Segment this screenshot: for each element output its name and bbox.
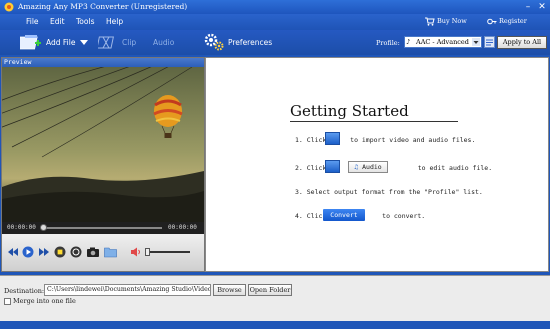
audio-icon: ♫ [354, 163, 359, 171]
menu-bar: File Edit Tools Help Buy Now Register [0, 14, 550, 30]
rewind-icon[interactable] [7, 246, 19, 258]
add-file-icon [325, 132, 340, 145]
apply-to-all-button[interactable]: Apply to All [497, 36, 547, 49]
profile-value: AAC - Advanced [416, 38, 469, 46]
audio-hint-button: ♫ Audio [348, 161, 388, 173]
settings-icon[interactable] [484, 36, 495, 48]
menu-tools[interactable]: Tools [76, 17, 94, 26]
stop-icon[interactable] [54, 246, 66, 258]
chevron-down-icon[interactable] [80, 40, 88, 45]
minimize-button[interactable]: – [522, 2, 534, 12]
profile-label-text: Profile [376, 39, 398, 47]
step-4-suffix: to convert. [382, 212, 426, 220]
player-bar: 00:00:00 00:00:00 [2, 222, 204, 234]
convert-button[interactable]: Convert [323, 209, 365, 221]
clip-icon [98, 36, 114, 49]
buy-now-link[interactable]: Buy Now [437, 17, 467, 25]
step-4-prefix: 4. Click [295, 212, 327, 220]
play-icon[interactable] [22, 246, 34, 258]
add-file-icon[interactable] [20, 33, 42, 51]
merge-checkbox[interactable] [4, 298, 11, 305]
audio-button[interactable]: Audio [153, 38, 174, 47]
volume-icon[interactable] [130, 246, 142, 258]
player-controls [2, 234, 204, 271]
preview-video [2, 67, 204, 222]
pause-icon[interactable] [70, 246, 82, 258]
gear-icon[interactable] [203, 32, 225, 52]
add-file-button[interactable]: Add File [46, 38, 75, 47]
step-1-suffix: to import video and audio files. [350, 136, 476, 144]
seek-slider-thumb[interactable] [40, 224, 47, 231]
volume-slider-thumb[interactable] [145, 248, 150, 256]
step-3: 3. Select output format from the "Profil… [295, 188, 483, 196]
app-logo-icon [4, 2, 14, 12]
clip-button[interactable]: Clip [122, 38, 136, 47]
dropdown-arrow-icon[interactable] [472, 38, 480, 46]
music-note-icon: ♪ [406, 38, 411, 46]
time-current: 00:00:00 [7, 224, 36, 231]
key-icon[interactable] [487, 17, 497, 26]
window-title: Amazing Any MP3 Converter (Unregistered) [18, 2, 188, 11]
step-2-prefix: 2. Click [295, 164, 327, 172]
profile-dropdown[interactable]: ♪ AAC - Advanced [404, 36, 482, 48]
window-bottom-border [0, 321, 550, 329]
destination-input[interactable]: C:\Users\lindewei\Documents\Amazing Stud… [44, 284, 211, 296]
register-link[interactable]: Register [499, 17, 527, 25]
open-folder-button[interactable]: Open Folder [248, 284, 292, 296]
time-total: 00:00:00 [168, 224, 197, 231]
folder-icon[interactable] [104, 246, 117, 258]
cart-icon[interactable] [425, 17, 435, 26]
title-bar: Amazing Any MP3 Converter (Unregistered)… [0, 0, 550, 14]
preview-panel: Preview 00:00:00 00:00:00 [1, 57, 205, 272]
getting-started-title: Getting Started [290, 102, 409, 120]
preferences-button[interactable]: Preferences [228, 38, 272, 47]
clip-icon [325, 160, 340, 173]
merge-label: Merge into one file [13, 297, 76, 305]
step-2-suffix: to edit audio file. [417, 164, 493, 172]
fast-forward-icon[interactable] [38, 246, 50, 258]
step-1: 1. Click to import video and audio files… [295, 136, 475, 144]
menu-edit[interactable]: Edit [50, 17, 65, 26]
close-button[interactable]: ✕ [536, 2, 548, 12]
preview-image [2, 67, 204, 222]
menu-help[interactable]: Help [106, 17, 123, 26]
step-1-prefix: 1. Click [295, 136, 327, 144]
menu-file[interactable]: File [26, 17, 39, 26]
toolbar: Add File Clip Audio Preferences Profile:… [0, 30, 550, 55]
title-underline [290, 121, 458, 122]
destination-label: Destination: [4, 287, 45, 295]
volume-track[interactable] [145, 251, 190, 253]
profile-label: Profile: [376, 39, 400, 47]
camera-icon[interactable] [86, 246, 100, 258]
browse-button[interactable]: Browse [213, 284, 246, 296]
audio-hint-label: Audio [362, 163, 382, 171]
getting-started-panel: Getting Started 1. Click to import video… [205, 57, 549, 272]
seek-track[interactable] [42, 227, 162, 229]
preview-header: Preview [2, 58, 204, 67]
